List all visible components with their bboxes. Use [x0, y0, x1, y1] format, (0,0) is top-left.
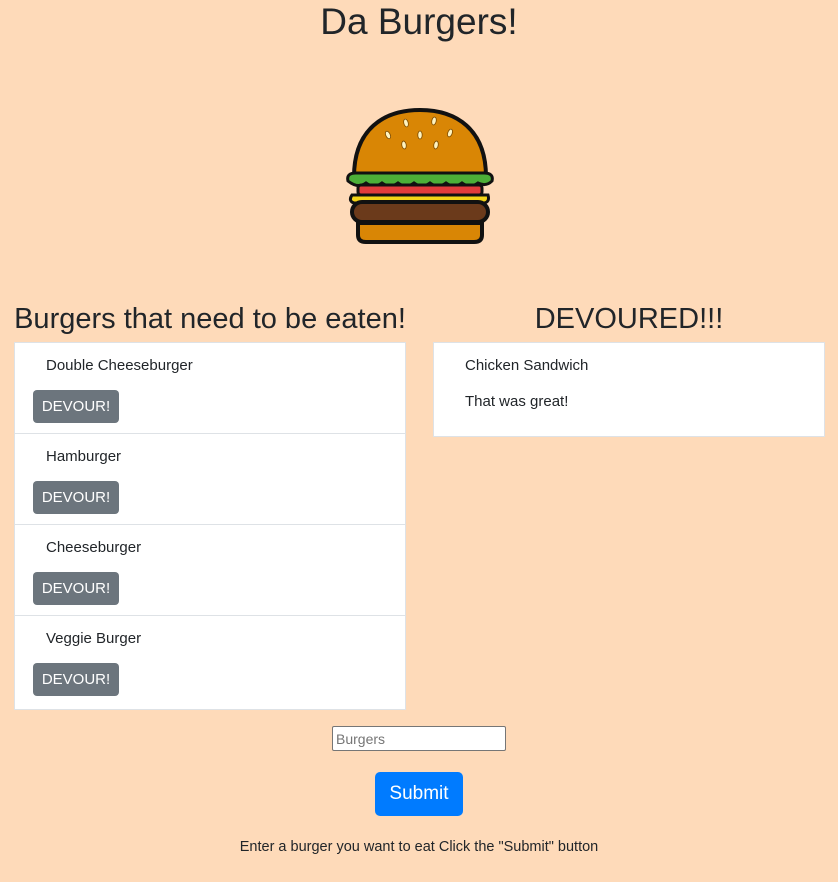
devoured-burger-name: Chicken Sandwich: [465, 357, 589, 374]
to-eat-list: Double Cheeseburger DEVOUR! Hamburger DE…: [14, 342, 406, 710]
burger-name: Veggie Burger: [46, 630, 142, 647]
devour-button[interactable]: DEVOUR!: [33, 390, 119, 423]
list-item: Veggie Burger DEVOUR!: [15, 616, 405, 707]
devoured-note: That was great!: [465, 393, 569, 410]
devour-button[interactable]: DEVOUR!: [33, 663, 119, 696]
devoured-heading: DEVOURED!!!: [534, 303, 724, 335]
submit-button[interactable]: Submit: [375, 772, 463, 816]
instructions-text: Enter a burger you want to eat Click the…: [239, 839, 599, 855]
list-item: Hamburger DEVOUR!: [15, 434, 405, 525]
burger-logo: [344, 107, 496, 245]
to-eat-heading: Burgers that need to be eaten!: [14, 303, 406, 335]
burger-name: Hamburger: [46, 448, 122, 465]
devoured-list: Chicken Sandwich That was great!: [433, 342, 825, 437]
list-item: Double Cheeseburger DEVOUR!: [15, 343, 405, 434]
page-title: Da Burgers!: [320, 1, 518, 42]
list-item: Chicken Sandwich That was great!: [434, 343, 824, 436]
list-item: Cheeseburger DEVOUR!: [15, 525, 405, 616]
burger-input[interactable]: [332, 726, 506, 751]
burger-name: Double Cheeseburger: [46, 357, 193, 374]
devour-button[interactable]: DEVOUR!: [33, 572, 119, 605]
devour-button[interactable]: DEVOUR!: [33, 481, 119, 514]
burger-icon: [346, 107, 494, 244]
burger-name: Cheeseburger: [46, 539, 142, 556]
